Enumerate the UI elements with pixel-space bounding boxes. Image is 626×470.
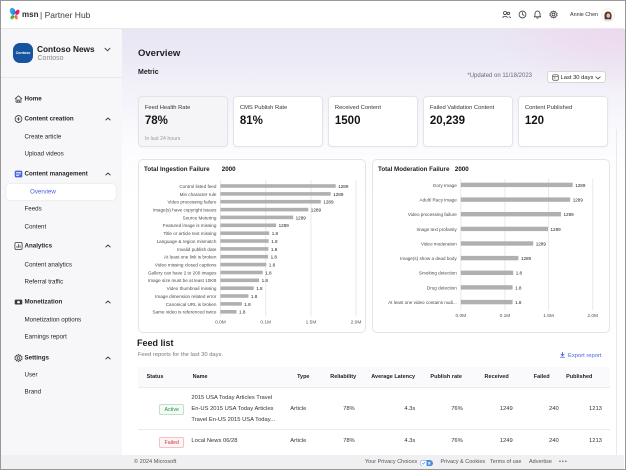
svg-text:Adult/ Racy image: Adult/ Racy image (420, 198, 458, 203)
svg-text:1289: 1289 (521, 256, 532, 261)
svg-text:1289: 1289 (338, 184, 349, 189)
svg-text:Gallery can have 2 to 200 imag: Gallery can have 2 to 200 images (148, 270, 217, 275)
svg-text:1289: 1289 (575, 183, 586, 188)
svg-text:1.8: 1.8 (272, 231, 279, 236)
svg-text:1.8: 1.8 (256, 286, 263, 291)
svg-text:Image(s) show a dead body: Image(s) show a dead body (400, 256, 457, 261)
svg-text:At least one link is broken: At least one link is broken (164, 255, 217, 260)
svg-text:1.8: 1.8 (271, 239, 278, 244)
svg-text:0.0M: 0.0M (455, 313, 466, 319)
svg-text:1.8: 1.8 (239, 310, 246, 315)
svg-text:1.8: 1.8 (515, 285, 522, 290)
svg-text:Video processing failure: Video processing failure (167, 200, 216, 205)
svg-text:Canonical URL is broken: Canonical URL is broken (166, 302, 217, 307)
svg-text:Title or article text missing: Title or article text missing (163, 231, 216, 236)
svg-text:0.1M: 0.1M (500, 313, 511, 319)
svg-text:Image dimension related error: Image dimension related error (155, 294, 217, 299)
svg-text:Image size must be at least 10: Image size must be at least 10KB (148, 278, 216, 283)
svg-text:1289: 1289 (564, 212, 575, 217)
svg-text:At least one video contains nu: At least one video contains nudi... (388, 300, 457, 305)
svg-text:1289: 1289 (279, 223, 290, 228)
svg-text:Image(s) have copyright issues: Image(s) have copyright issues (153, 208, 217, 213)
svg-text:1289: 1289 (551, 227, 562, 232)
svg-text:2.0M: 2.0M (351, 320, 362, 326)
svg-text:1.8: 1.8 (516, 271, 523, 276)
svg-text:1.8: 1.8 (515, 300, 522, 305)
svg-text:1.8: 1.8 (244, 302, 251, 307)
svg-text:1289: 1289 (311, 208, 322, 213)
svg-text:1289: 1289 (323, 200, 334, 205)
svg-text:1.8: 1.8 (271, 255, 278, 260)
svg-text:1.8: 1.8 (265, 270, 272, 275)
svg-text:1.8: 1.8 (269, 263, 276, 268)
svg-text:Gory Image: Gory Image (433, 183, 457, 188)
svg-text:Same video is referenced twice: Same video is referenced twice (153, 310, 217, 315)
svg-text:1.8: 1.8 (262, 278, 269, 283)
svg-text:Video thumbnail missing: Video thumbnail missing (167, 286, 217, 291)
svg-text:Video processing failure: Video processing failure (408, 212, 457, 217)
svg-text:Source Metering: Source Metering (183, 215, 217, 220)
svg-text:0.1M: 0.1M (260, 320, 271, 326)
svg-text:Language & region mismatch: Language & region mismatch (157, 239, 217, 244)
svg-text:Video missing closed captions: Video missing closed captions (155, 263, 217, 268)
svg-text:1289: 1289 (296, 215, 307, 220)
svg-text:Drug detection: Drug detection (427, 285, 457, 290)
svg-text:Smoking detection: Smoking detection (419, 271, 457, 276)
svg-text:2.0M: 2.0M (587, 313, 598, 319)
svg-text:1289: 1289 (536, 241, 547, 246)
svg-text:1289: 1289 (333, 192, 344, 197)
svg-text:Control listed feed: Control listed feed (179, 184, 216, 189)
svg-text:1.8: 1.8 (271, 247, 278, 252)
svg-text:1289: 1289 (573, 198, 584, 203)
svg-text:Min character rule: Min character rule (180, 192, 217, 197)
svg-text:Image text profanity: Image text profanity (416, 227, 457, 232)
svg-text:1.8: 1.8 (251, 294, 258, 299)
svg-text:0.0M: 0.0M (215, 320, 226, 326)
svg-text:Video moderation: Video moderation (421, 241, 457, 246)
svg-text:1.5M: 1.5M (306, 320, 317, 326)
svg-text:1.5M: 1.5M (543, 313, 554, 319)
svg-text:Featured image is missing: Featured image is missing (163, 223, 217, 228)
svg-text:Invalid publish date: Invalid publish date (177, 247, 217, 252)
